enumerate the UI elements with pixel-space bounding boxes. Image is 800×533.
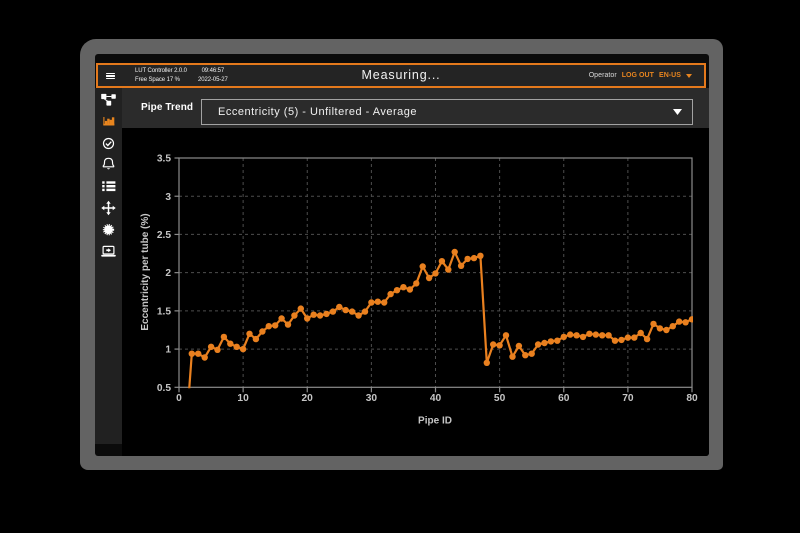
svg-text:3: 3 [165, 192, 171, 203]
svg-text:2: 2 [165, 268, 171, 279]
svg-text:50: 50 [494, 393, 506, 404]
svg-text:1.5: 1.5 [157, 307, 171, 318]
svg-text:30: 30 [366, 393, 378, 404]
svg-text:2.5: 2.5 [157, 230, 171, 241]
svg-text:80: 80 [686, 393, 698, 404]
svg-text:3.5: 3.5 [157, 154, 171, 165]
svg-text:40: 40 [430, 393, 442, 404]
svg-text:70: 70 [622, 393, 634, 404]
svg-text:0: 0 [176, 393, 182, 404]
svg-text:20: 20 [302, 393, 314, 404]
svg-text:10: 10 [237, 393, 249, 404]
svg-text:Pipe ID: Pipe ID [418, 416, 452, 427]
svg-text:Eccentricity per tube (%): Eccentricity per tube (%) [140, 213, 151, 330]
svg-text:60: 60 [558, 393, 570, 404]
svg-text:0.5: 0.5 [157, 383, 171, 394]
svg-text:1: 1 [165, 345, 171, 356]
